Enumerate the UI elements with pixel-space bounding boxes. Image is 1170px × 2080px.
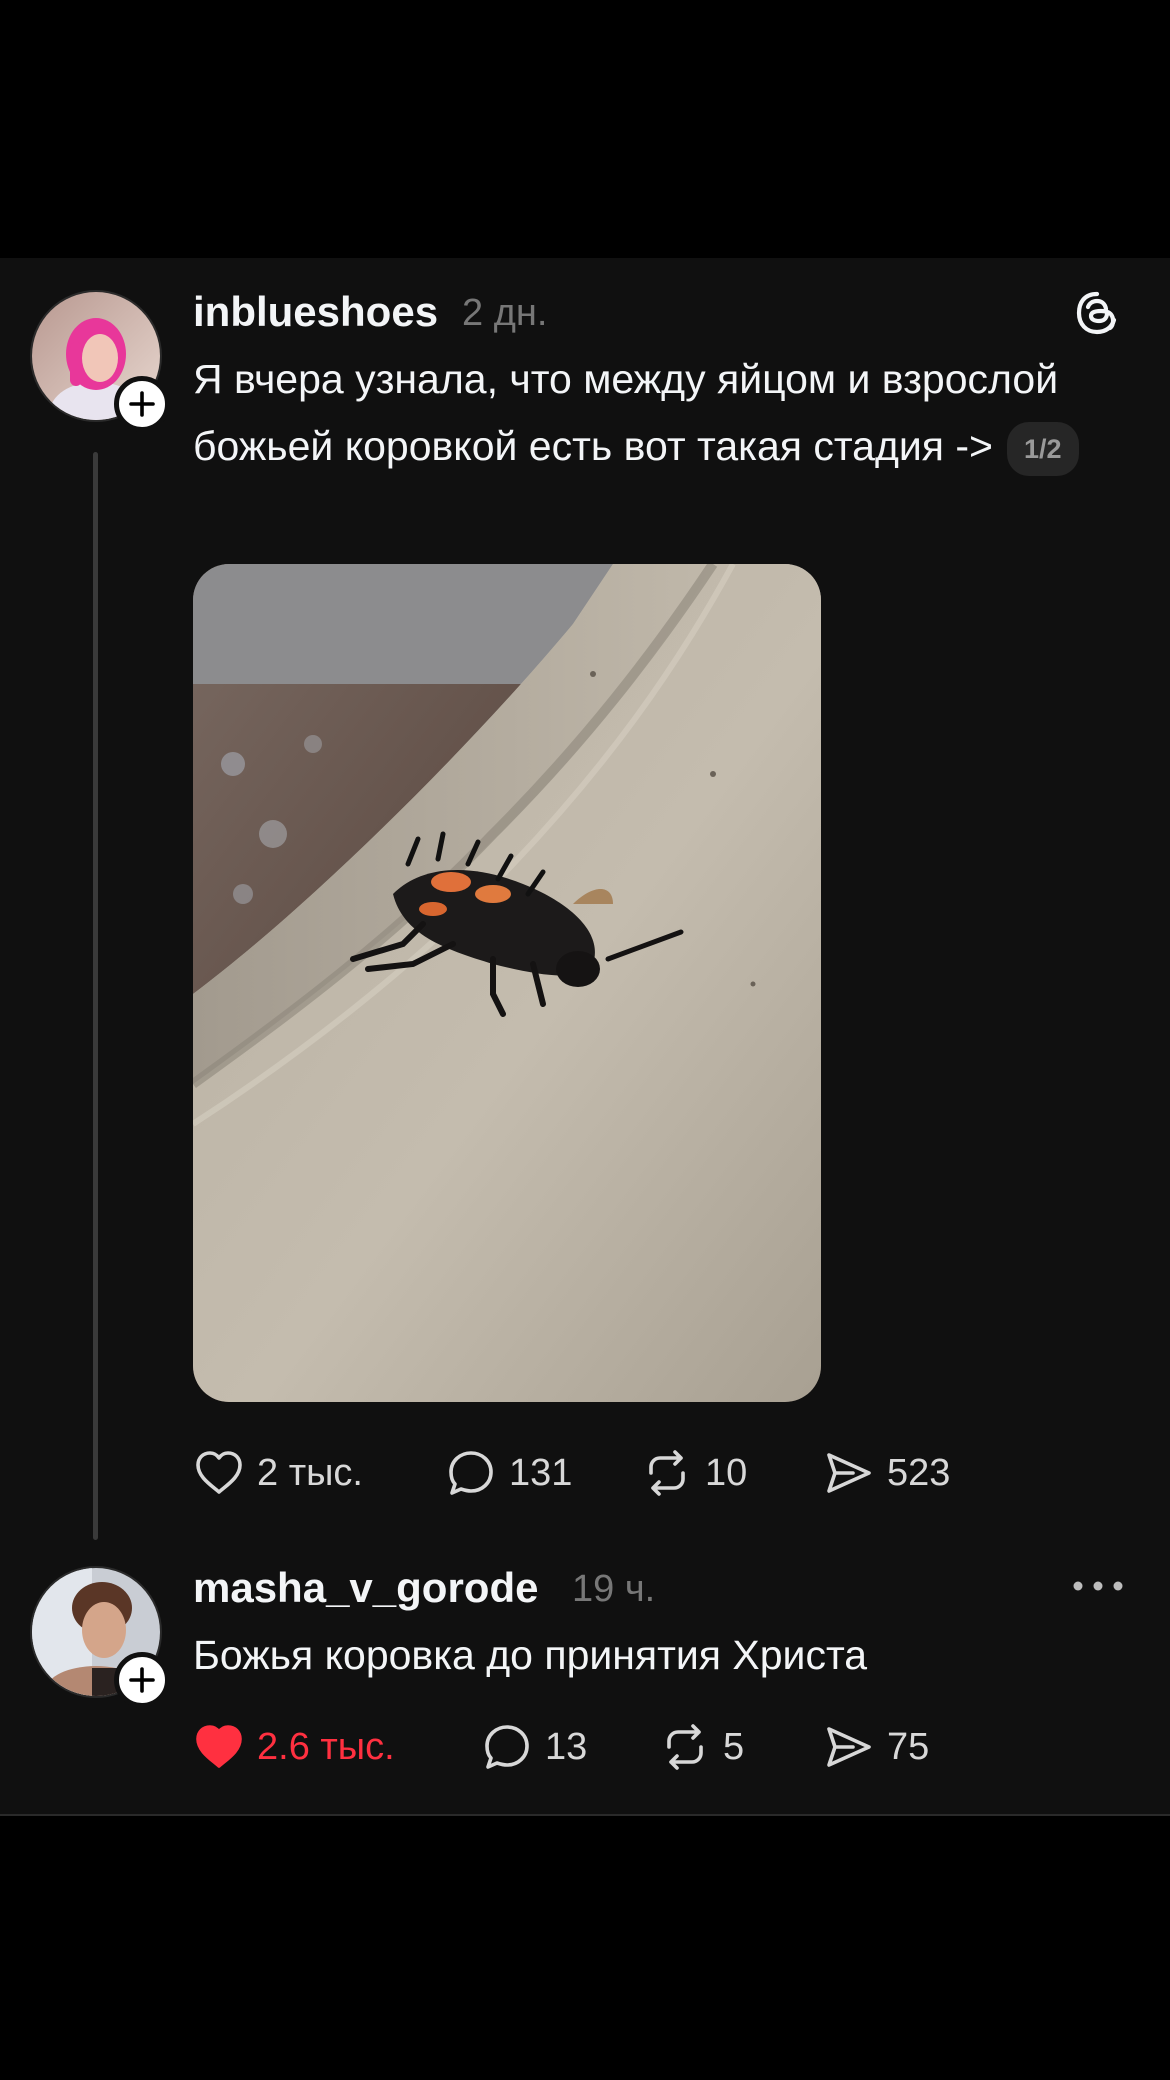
post-image-ladybug-larva[interactable]: [193, 564, 821, 1402]
share-button[interactable]: 523: [823, 1443, 950, 1503]
post-actions-bar: 2 тыс. 131 10 523: [193, 1443, 993, 1503]
threads-logo-icon[interactable]: [1072, 288, 1122, 338]
reply-repost-count: 5: [723, 1725, 745, 1768]
share-count: 523: [887, 1451, 951, 1494]
post-time: 2 дн.: [462, 292, 548, 334]
comment-button[interactable]: 131: [445, 1443, 572, 1503]
heart-icon: [196, 1725, 242, 1768]
more-icon[interactable]: [1072, 1576, 1124, 1596]
reply-actions-bar: 2.6 тыс. 13 5 75: [193, 1717, 993, 1777]
comment-icon: [485, 1725, 529, 1769]
follow-plus-button[interactable]: [114, 376, 170, 432]
reply-like-button[interactable]: 2.6 тыс.: [193, 1717, 395, 1777]
feed-divider: [0, 1814, 1170, 1816]
reply-time: 19 ч.: [572, 1568, 656, 1610]
reply-share-button[interactable]: 75: [823, 1717, 929, 1777]
post-text-body: Я вчера узнала, что между яйцом и взросл…: [193, 356, 1059, 469]
reply-like-count: 2.6 тыс.: [257, 1725, 395, 1768]
repost-count: 10: [705, 1451, 748, 1494]
share-icon: [827, 1727, 871, 1767]
post-text: Я вчера узнала, что между яйцом и взросл…: [193, 346, 1123, 480]
reply-username[interactable]: masha_v_gorode: [193, 1564, 538, 1612]
repost-icon: [649, 1450, 685, 1496]
like-count: 2 тыс.: [257, 1451, 363, 1494]
reply-share-count: 75: [887, 1725, 930, 1768]
like-button[interactable]: 2 тыс.: [193, 1443, 363, 1503]
reply-comment-count: 13: [545, 1725, 588, 1768]
thread-line: [93, 452, 98, 1540]
reply-comment-button[interactable]: 13: [481, 1717, 587, 1777]
post-username[interactable]: inblueshoes: [193, 288, 438, 336]
repost-button[interactable]: 10: [641, 1443, 747, 1503]
heart-icon: [196, 1451, 242, 1494]
share-icon: [827, 1453, 871, 1493]
comment-count: 131: [509, 1451, 573, 1494]
reply-text: Божья коровка до принятия Христа: [193, 1632, 868, 1678]
follow-plus-button-reply[interactable]: [114, 1652, 170, 1708]
comment-icon: [449, 1451, 493, 1495]
reply-repost-button[interactable]: 5: [659, 1717, 744, 1777]
media-pager: 1/2: [1007, 422, 1079, 477]
plus-icon: [129, 391, 155, 417]
repost-icon: [667, 1724, 703, 1770]
plus-icon: [129, 1667, 155, 1693]
